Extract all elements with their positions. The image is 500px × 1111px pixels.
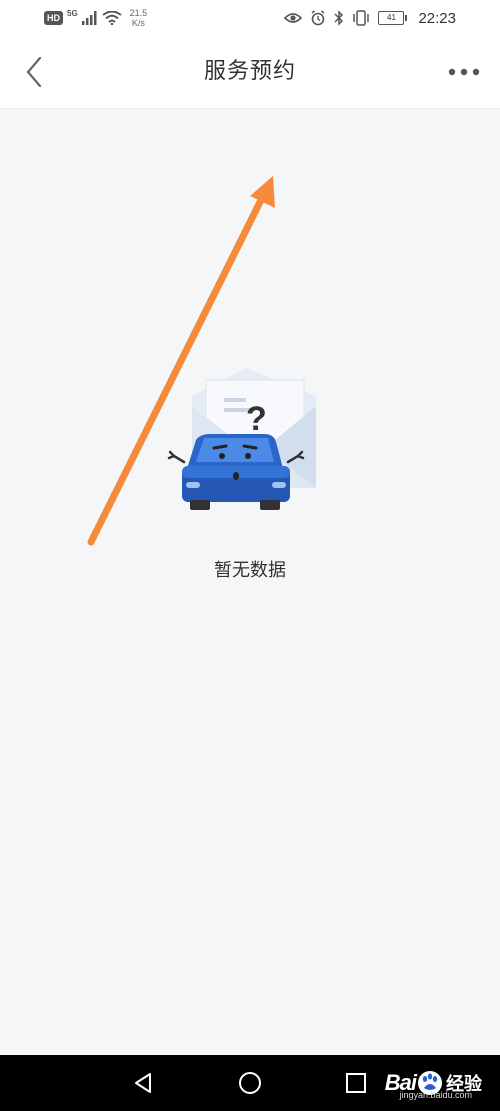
nav-recents-button[interactable]	[342, 1069, 370, 1097]
more-horizontal-icon	[448, 68, 480, 76]
signal-icon	[81, 11, 97, 25]
status-bar: HD 5G 21.5 K/s 41 22:23	[0, 0, 500, 36]
square-recents-icon	[346, 1073, 366, 1093]
navbar: 服务预约	[0, 36, 500, 109]
alarm-icon	[311, 10, 325, 26]
bluetooth-icon	[334, 10, 344, 26]
net-speed-unit: K/s	[131, 18, 145, 28]
page-title: 服务预约	[203, 59, 296, 84]
system-nav-bar: Bai 经验	[0, 1055, 500, 1111]
battery-icon: 41	[378, 11, 408, 25]
watermark-url: jingyan.baidu.com	[399, 1090, 472, 1100]
triangle-back-icon	[135, 1073, 151, 1093]
circle-home-icon	[239, 1072, 261, 1094]
eye-icon	[284, 13, 303, 23]
empty-state-illustration: ?	[166, 366, 332, 516]
vibrate-icon	[353, 10, 370, 26]
wifi-icon	[102, 11, 122, 25]
nav-back-button[interactable]	[130, 1069, 158, 1097]
car-envelope-question-icon: ?	[167, 368, 316, 510]
nav-home-button[interactable]	[236, 1069, 264, 1097]
more-button[interactable]	[444, 62, 484, 82]
empty-state-message: 暂无数据	[214, 560, 286, 581]
network-type: 5G	[67, 8, 78, 18]
status-left: HD 5G 21.5 K/s	[44, 6, 147, 30]
net-speed: 21.5 K/s	[130, 8, 148, 28]
net-speed-value: 21.5	[129, 8, 148, 18]
status-right: 41 22:23	[284, 6, 456, 30]
svg-text:?: ?	[246, 400, 267, 438]
clock: 22:23	[418, 9, 456, 27]
hd-badge: HD	[44, 11, 63, 25]
